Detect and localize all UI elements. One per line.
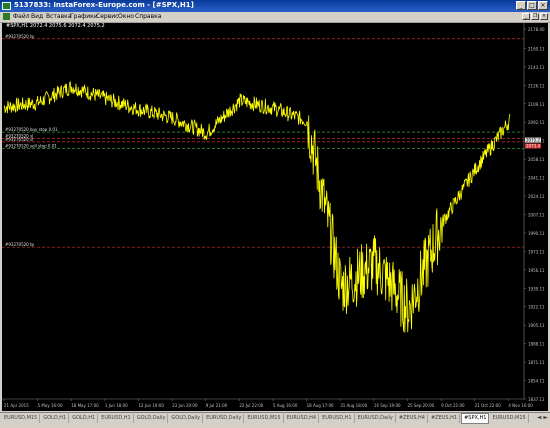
maximize-button[interactable]: □ [527, 1, 537, 10]
order-level-label: #93270520 sl [5, 137, 33, 142]
order-level-label: #93270520 buy stop 0.01 [5, 127, 58, 132]
menu-insert[interactable]: Вставка [46, 13, 71, 20]
price-axis-label: 1854.11 [528, 379, 545, 384]
price-axis-label: 1939.11 [528, 286, 545, 291]
chart-tab[interactable]: GOLD,Daily [135, 414, 169, 423]
price-chart[interactable]: 2178.00 2160.11 2143.11 2126.11 2109.11 2092.… [2, 23, 548, 411]
app-icon [2, 2, 11, 10]
price-axis-label: 1888.11 [528, 342, 545, 347]
tab-scroll-arrows[interactable]: ◄ ► [537, 414, 548, 421]
window-titlebar: 5137833: InstaForex-Europe.com - [#SPX,H… [0, 0, 550, 12]
price-axis-label: 2143.11 [528, 65, 545, 70]
price-axis-label: 1990.11 [528, 231, 545, 236]
menu-tools[interactable]: Сервис [96, 13, 118, 20]
mdi-restore-button[interactable]: ❐ [531, 13, 539, 20]
chart-tab[interactable]: GOLD,Daily [169, 414, 204, 423]
price-axis-label: 2041.11 [528, 176, 545, 181]
chart-tab[interactable]: #ZEUS,H4 [397, 414, 428, 423]
chart-tab[interactable]: EURUSD,M15 [490, 414, 529, 423]
time-axis-label: 18 May 17:00 [71, 403, 99, 408]
price-axis-label: 2109.11 [528, 102, 545, 107]
price-axis-label: 2007.11 [528, 212, 545, 217]
price-axis-label: 2160.11 [528, 46, 545, 51]
chart-tab[interactable]: EURUSD,H4 [285, 414, 320, 423]
time-axis-label: 21 Apr 2015 [4, 403, 29, 408]
time-axis-label: 9 Jul 21:00 [206, 403, 228, 408]
chart-tab[interactable]: EURUSD,M15 [245, 414, 284, 423]
time-axis-label: 14 Sep 19:00 [374, 403, 401, 408]
chart-tab[interactable]: EURUSD,H1 [320, 414, 355, 423]
price-axis-label: 1837.11 [528, 397, 545, 402]
chart-tab[interactable]: EURUSD,Daily [204, 414, 245, 423]
chart-tabs-bar: ◄ ► EURUSD,M15 GOLD,H1 GOLD,H1 EURUSD,H1 GOL… [0, 412, 550, 428]
order-level-label: #93270520 tp [5, 242, 35, 247]
price-axis-label: 2024.11 [528, 194, 545, 199]
menu-charts[interactable]: Графики [70, 13, 98, 20]
chart-window-icon[interactable] [3, 13, 10, 20]
time-axis-label: 5 Aug 16:00 [273, 403, 298, 408]
price-series-line [3, 81, 511, 333]
order-level-label: #93270520 sell stop 0.01 [5, 143, 57, 148]
price-axis-label: 2178.00 [528, 27, 545, 32]
chart-tab[interactable]: GOLD,H1 [70, 414, 99, 423]
price-axis-label: 2058.11 [528, 157, 545, 162]
mdi-close-button[interactable]: × [540, 13, 548, 20]
time-axis-label: 23 Jun 20:00 [172, 403, 198, 408]
time-axis-label: 21 Oct 22:00 [475, 403, 502, 408]
order-level-label: #93270520 tp [5, 34, 35, 39]
time-axis-label: 31 Aug 18:00 [340, 403, 367, 408]
chart-tab[interactable]: #SPX,H1 [461, 413, 490, 424]
minimize-button[interactable]: _ [516, 1, 526, 10]
time-axis-label: 4 Nov 16:00 [508, 403, 533, 408]
time-axis-label: 22 Jul 22:00 [239, 403, 263, 408]
window-title: 5137833: InstaForex-Europe.com - [#SPX,H… [14, 1, 194, 9]
price-axis-label: 2126.11 [528, 83, 545, 88]
price-axis-label: 2092.11 [528, 120, 545, 125]
time-axis-label: 25 Sep 20:00 [407, 403, 434, 408]
menu-file[interactable]: Файл [13, 13, 30, 20]
time-axis-label: 18 Aug 17:00 [307, 403, 334, 408]
price-axis-label: 1973.11 [528, 249, 545, 254]
price-axis-label: 1905.11 [528, 323, 545, 328]
symbol-header: #SPX,H1 2072.4 2075.6 2072.4 2075.2 [6, 23, 105, 29]
menu-view[interactable]: Вид [31, 13, 43, 20]
time-axis-label: 12 Jun 19:00 [138, 403, 164, 408]
menu-bar: Файл Вид Вставка Графики Сервис Окно Спр… [0, 12, 550, 23]
price-axis-label: 1956.11 [528, 268, 545, 273]
close-button[interactable]: × [538, 1, 548, 10]
time-axis-label: 9 Oct 21:00 [441, 403, 465, 408]
chart-tab[interactable]: #ZEUS,H1 [429, 414, 461, 423]
menu-window[interactable]: Окно [118, 13, 134, 20]
chart-tab[interactable]: EURUSD,Daily [356, 414, 396, 423]
chart-tab[interactable]: GOLD,H1 [41, 414, 70, 423]
chart-tab[interactable]: EURUSD,M15 [2, 414, 41, 423]
current-price-label: 2073.4 [526, 144, 540, 149]
menu-help[interactable]: Справка [135, 13, 161, 20]
chart-tab[interactable]: EURUSD,H1 [99, 414, 134, 423]
price-axis-label: 1922.11 [528, 305, 545, 310]
mdi-minimize-button[interactable]: _ [522, 13, 530, 20]
time-axis-label: 5 May 16:00 [38, 403, 63, 408]
current-price-label: 2075.2 [526, 138, 540, 143]
chart-canvas[interactable]: 2178.00 2160.11 2143.11 2126.11 2109.11 2092.… [2, 23, 548, 411]
time-axis-label: 1 Jun 18:00 [105, 403, 128, 408]
price-axis-label: 1871.11 [528, 360, 545, 365]
